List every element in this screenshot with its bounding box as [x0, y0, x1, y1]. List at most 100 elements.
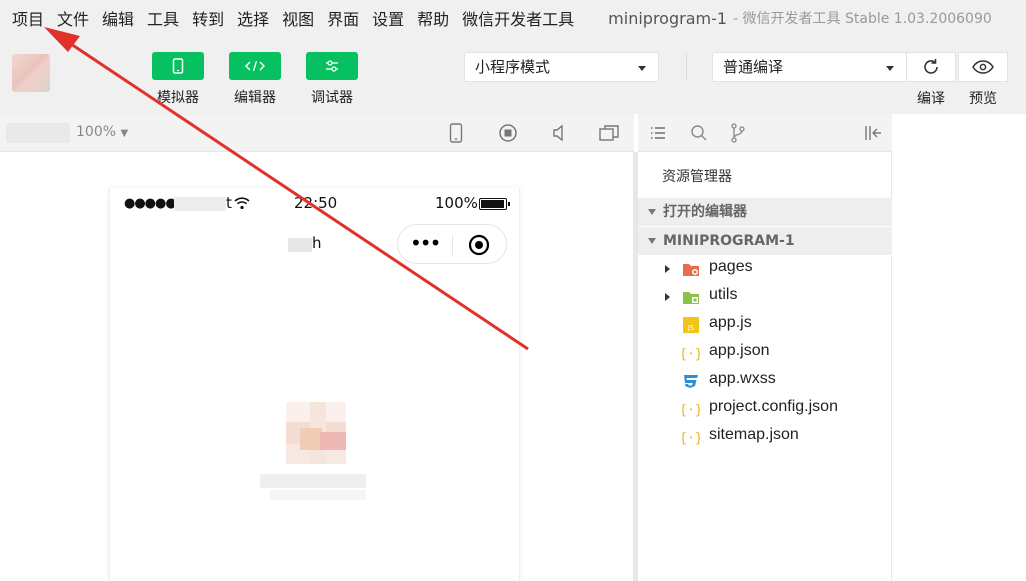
tree-item-pages[interactable]: pages [638, 255, 892, 283]
css-file-icon [684, 375, 698, 388]
menu-interface[interactable]: 界面 [327, 6, 359, 30]
device-icon[interactable] [449, 114, 463, 152]
menu-file[interactable]: 文件 [57, 6, 89, 30]
app-name-blurred [260, 474, 366, 488]
editor-area [893, 114, 1026, 581]
app-desc-blurred [270, 490, 366, 500]
app-logo-blurred [286, 402, 346, 464]
caret-down-icon [886, 66, 894, 71]
menu-select[interactable]: 选择 [237, 6, 269, 30]
debugger-toggle[interactable]: 调试器 [305, 52, 359, 107]
branch-icon[interactable] [730, 123, 746, 143]
zoom-value: 100% [76, 124, 117, 140]
more-menu-icon[interactable]: ••• [410, 231, 441, 255]
svg-text:{·}: {·} [682, 431, 700, 445]
tree-item-label: app.js [709, 314, 752, 331]
close-miniprogram-icon[interactable] [468, 234, 490, 256]
open-editors-label: 打开的编辑器 [663, 204, 747, 220]
window-title: miniprogram-1 [608, 8, 728, 28]
battery-percent: 100% [435, 194, 478, 212]
project-label: MINIPROGRAM-1 [663, 233, 795, 249]
explorer-toolbar [638, 114, 892, 152]
tree-item-label: project.config.json [709, 398, 838, 415]
menu-goto[interactable]: 转到 [192, 6, 224, 30]
tree-item-label: utils [709, 286, 738, 303]
tree-item-label: app.wxss [709, 370, 776, 387]
simulator-toggle[interactable]: 模拟器 [151, 52, 205, 107]
preview-button[interactable] [958, 52, 1008, 82]
caret-down-icon [638, 66, 646, 71]
simulator-toolbar: 100% ▼ [0, 114, 634, 152]
status-time: 22:50 [294, 194, 338, 212]
folder-pages-icon [683, 264, 699, 276]
menu-tools[interactable]: 工具 [147, 6, 179, 30]
tree-item-label: pages [709, 258, 753, 275]
tree-item-label: app.json [709, 342, 770, 359]
editor-toggle[interactable]: 编辑器 [228, 52, 282, 107]
collapse-panel-icon[interactable] [864, 125, 882, 141]
menu-edit[interactable]: 编辑 [102, 6, 134, 30]
phone-status-bar: ●●●●● t 22:50 100% [110, 188, 521, 220]
menu-help[interactable]: 帮助 [417, 6, 449, 30]
menu-settings[interactable]: 设置 [372, 6, 404, 30]
eye-icon [972, 60, 994, 74]
refresh-icon [924, 59, 938, 74]
caret-down-icon [648, 209, 656, 215]
carrier-tail: t [226, 194, 232, 212]
compile-mode-select[interactable]: 普通编译 [712, 52, 907, 82]
json-file-icon: {·} [682, 347, 700, 361]
nav-title-blurred [288, 238, 312, 252]
tree-item-utils[interactable]: utils [638, 283, 892, 311]
tree-item-project-config-json[interactable]: {·} project.config.json [638, 395, 892, 423]
tree-item-app-wxss[interactable]: app.wxss [638, 367, 892, 395]
phone-simulator[interactable]: ●●●●● t 22:50 100% h ••• [109, 188, 520, 581]
compile-mode-value: 普通编译 [723, 58, 784, 76]
open-editors-section[interactable]: 打开的编辑器 [638, 198, 892, 226]
detach-window-icon[interactable] [599, 114, 619, 152]
window-subtitle: - 微信开发者工具 Stable 1.03.2006090 [733, 11, 992, 27]
project-section[interactable]: MINIPROGRAM-1 [638, 227, 892, 255]
menu-project[interactable]: 项目 [12, 6, 44, 30]
phone-icon [152, 52, 204, 80]
toolbar: 模拟器 编辑器 调试器 小程序模式 普通编译 编译 预览 [0, 36, 1026, 114]
svg-text:JS: JS [687, 324, 695, 332]
nav-title-tail: h [312, 234, 322, 252]
chevron-right-icon [665, 265, 670, 273]
js-file-icon: JS [683, 317, 699, 333]
carrier-name-blurred [174, 197, 226, 211]
wifi-icon [234, 197, 250, 210]
miniprogram-capsule: ••• [397, 224, 507, 264]
json-file-icon: {·} [682, 403, 700, 417]
sliders-icon [306, 52, 358, 80]
simulator-label: 模拟器 [157, 90, 199, 106]
file-explorer: 资源管理器 打开的编辑器 MINIPROGRAM-1 pages utils J… [638, 152, 892, 581]
svg-text:{·}: {·} [682, 347, 700, 361]
avatar[interactable] [12, 54, 50, 92]
caret-down-icon: ▼ [120, 128, 129, 139]
toolbar-divider [686, 54, 687, 80]
chevron-right-icon [665, 293, 670, 301]
battery-icon [479, 198, 510, 210]
editor-label: 编辑器 [234, 90, 276, 106]
capsule-divider [452, 235, 453, 255]
stop-icon[interactable] [498, 114, 518, 152]
tree-item-app-js[interactable]: JS app.js [638, 311, 892, 339]
volume-icon[interactable] [551, 114, 569, 152]
menu-view[interactable]: 视图 [282, 6, 314, 30]
menu-wechat-devtools[interactable]: 微信开发者工具 [462, 6, 574, 30]
compile-label: 编译 [917, 91, 945, 107]
mode-select-value: 小程序模式 [475, 58, 551, 76]
device-select[interactable] [6, 123, 70, 143]
list-icon[interactable] [650, 126, 666, 140]
folder-utils-icon [683, 292, 699, 304]
tree-item-app-json[interactable]: {·} app.json [638, 339, 892, 367]
caret-down-icon [648, 238, 656, 244]
menu-bar: 项目 文件 编辑 工具 转到 选择 视图 界面 设置 帮助 微信开发者工具 mi… [0, 0, 1026, 36]
tree-item-sitemap-json[interactable]: {·} sitemap.json [638, 423, 892, 451]
zoom-select[interactable]: 100% ▼ [76, 124, 128, 140]
signal-icon: ●●●●● [124, 196, 177, 211]
preview-label: 预览 [969, 91, 997, 107]
mode-select[interactable]: 小程序模式 [464, 52, 659, 82]
search-icon[interactable] [690, 124, 708, 142]
compile-button[interactable] [906, 52, 956, 82]
